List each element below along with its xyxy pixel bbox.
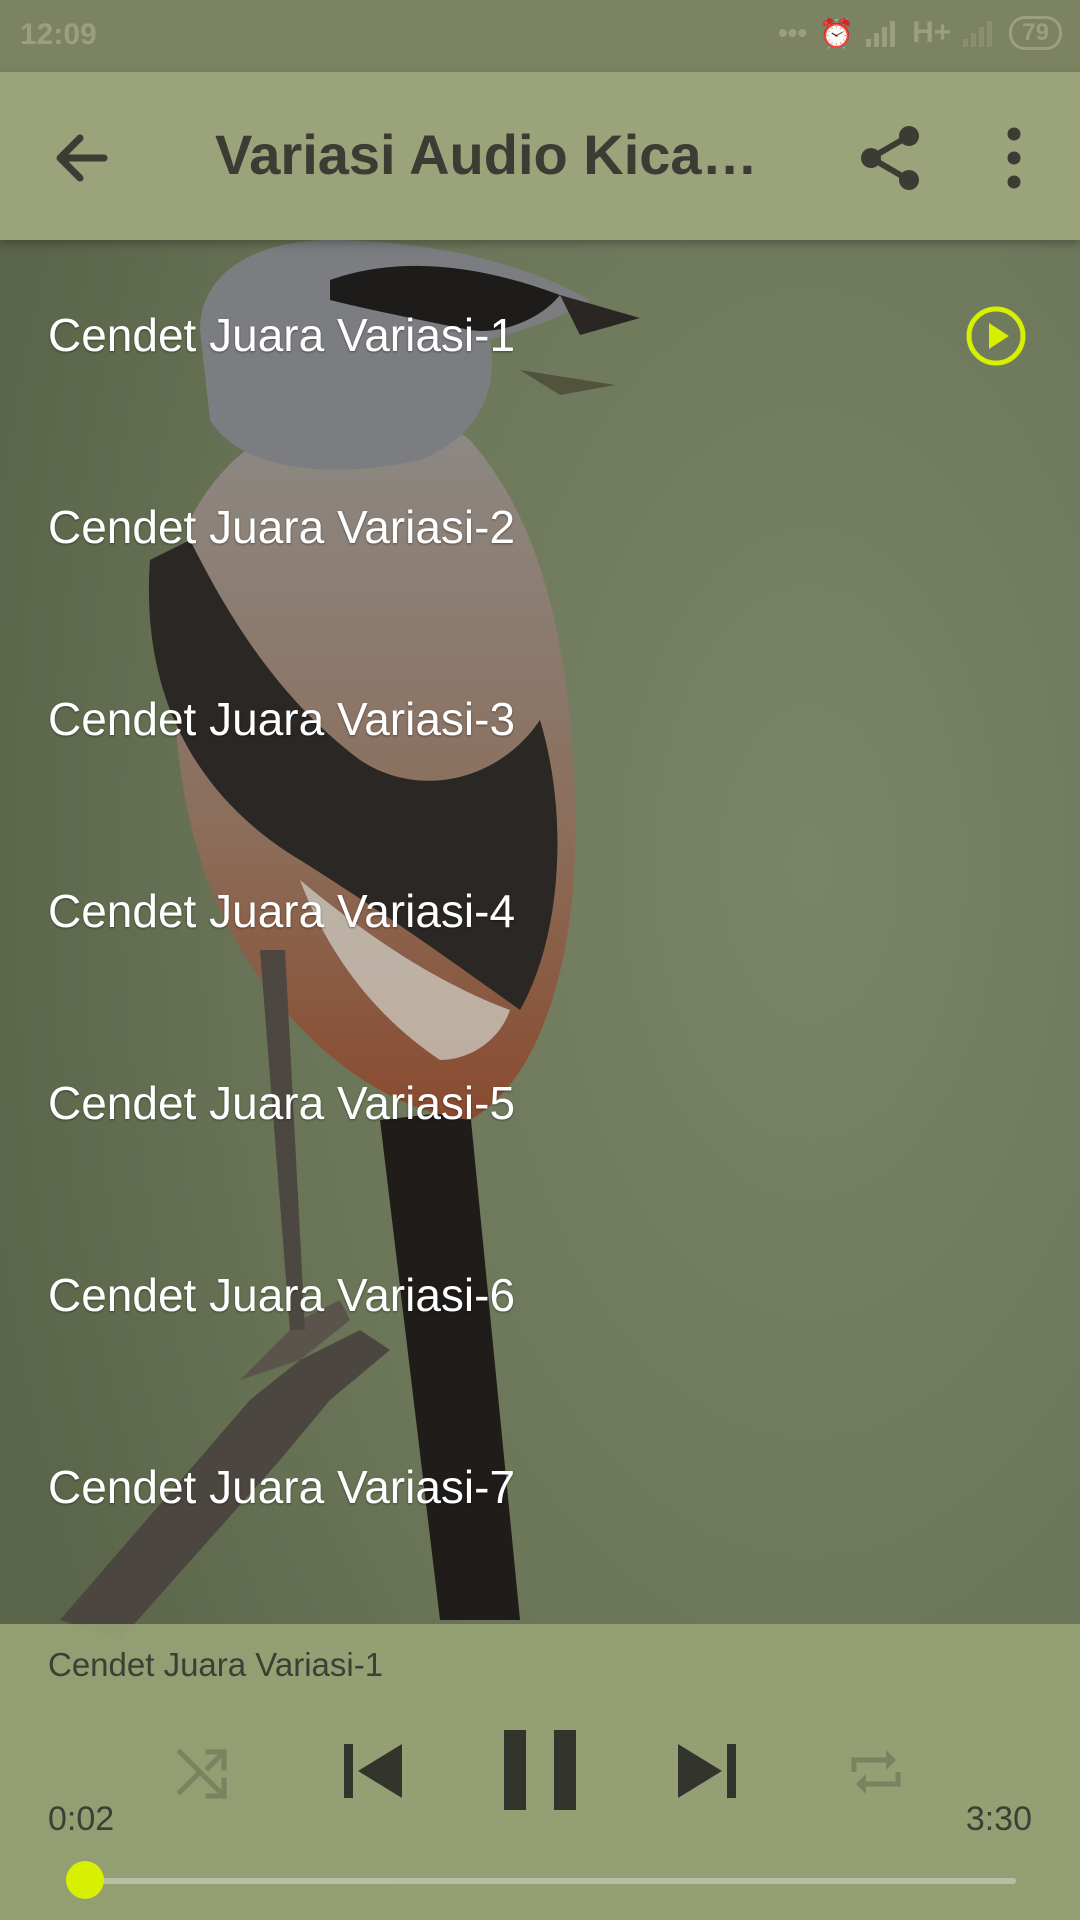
back-arrow-icon[interactable] bbox=[46, 122, 118, 194]
track-item[interactable]: Cendet Juara Variasi-6 bbox=[0, 1200, 1080, 1392]
page-title: Variasi Audio Kicau Cendet Juara bbox=[215, 123, 785, 186]
track-item[interactable]: Cendet Juara Variasi-7 bbox=[0, 1392, 1080, 1584]
progress-thumb[interactable] bbox=[65, 1861, 104, 1899]
dots-icon: ••• bbox=[777, 17, 808, 48]
battery-level: 79 bbox=[1022, 19, 1049, 46]
network-type: H+ bbox=[912, 16, 952, 49]
play-circle-icon[interactable] bbox=[964, 304, 1028, 368]
track-label: Cendet Juara Variasi-7 bbox=[48, 1461, 516, 1513]
track-item[interactable]: Cendet Juara Variasi-3 bbox=[0, 624, 1080, 816]
track-item[interactable]: Cendet Juara Variasi-1 bbox=[0, 240, 1080, 432]
now-playing-title: Cendet Juara Variasi-1 bbox=[48, 1646, 384, 1683]
track-list: Cendet Juara Variasi-1 Cendet Juara Vari… bbox=[0, 240, 1080, 1584]
progress-slider[interactable] bbox=[65, 1861, 1016, 1899]
track-item[interactable]: Cendet Juara Variasi-5 bbox=[0, 1008, 1080, 1200]
track-label: Cendet Juara Variasi-2 bbox=[48, 501, 516, 553]
previous-icon[interactable] bbox=[338, 1736, 408, 1806]
track-label: Cendet Juara Variasi-4 bbox=[48, 885, 516, 937]
track-label: Cendet Juara Variasi-5 bbox=[48, 1077, 516, 1129]
player-panel: Cendet Juara Variasi-1 0:02 3:30 bbox=[0, 1624, 1080, 1920]
track-label: Cendet Juara Variasi-1 bbox=[48, 309, 516, 361]
status-icons: ••• ⏰ H+ 79 bbox=[778, 16, 1062, 50]
shuffle-icon[interactable] bbox=[172, 1740, 236, 1804]
battery-icon: 79 bbox=[1009, 16, 1062, 50]
status-bar: 12:09 ••• ⏰ H+ 79 bbox=[0, 0, 1080, 72]
repeat-icon[interactable] bbox=[844, 1740, 908, 1804]
pause-icon[interactable] bbox=[500, 1726, 580, 1814]
signal-icon bbox=[866, 21, 896, 47]
screen: 12:09 ••• ⏰ H+ 79 Variasi Audio Kicau Ce… bbox=[0, 0, 1080, 1920]
track-label: Cendet Juara Variasi-3 bbox=[48, 693, 516, 745]
track-label: Cendet Juara Variasi-6 bbox=[48, 1269, 516, 1321]
app-bar: Variasi Audio Kicau Cendet Juara bbox=[0, 72, 1080, 240]
share-icon[interactable] bbox=[855, 122, 927, 194]
track-item[interactable]: Cendet Juara Variasi-4 bbox=[0, 816, 1080, 1008]
signal-icon-secondary bbox=[963, 21, 993, 47]
total-time: 3:30 bbox=[965, 1800, 1032, 1838]
alarm-icon: ⏰ bbox=[819, 17, 855, 49]
status-time: 12:09 bbox=[20, 18, 97, 51]
track-item[interactable]: Cendet Juara Variasi-2 bbox=[0, 432, 1080, 624]
progress-track bbox=[76, 1878, 1016, 1884]
more-vert-icon[interactable] bbox=[990, 122, 1038, 194]
next-icon[interactable] bbox=[672, 1736, 742, 1806]
elapsed-time: 0:02 bbox=[48, 1800, 115, 1838]
